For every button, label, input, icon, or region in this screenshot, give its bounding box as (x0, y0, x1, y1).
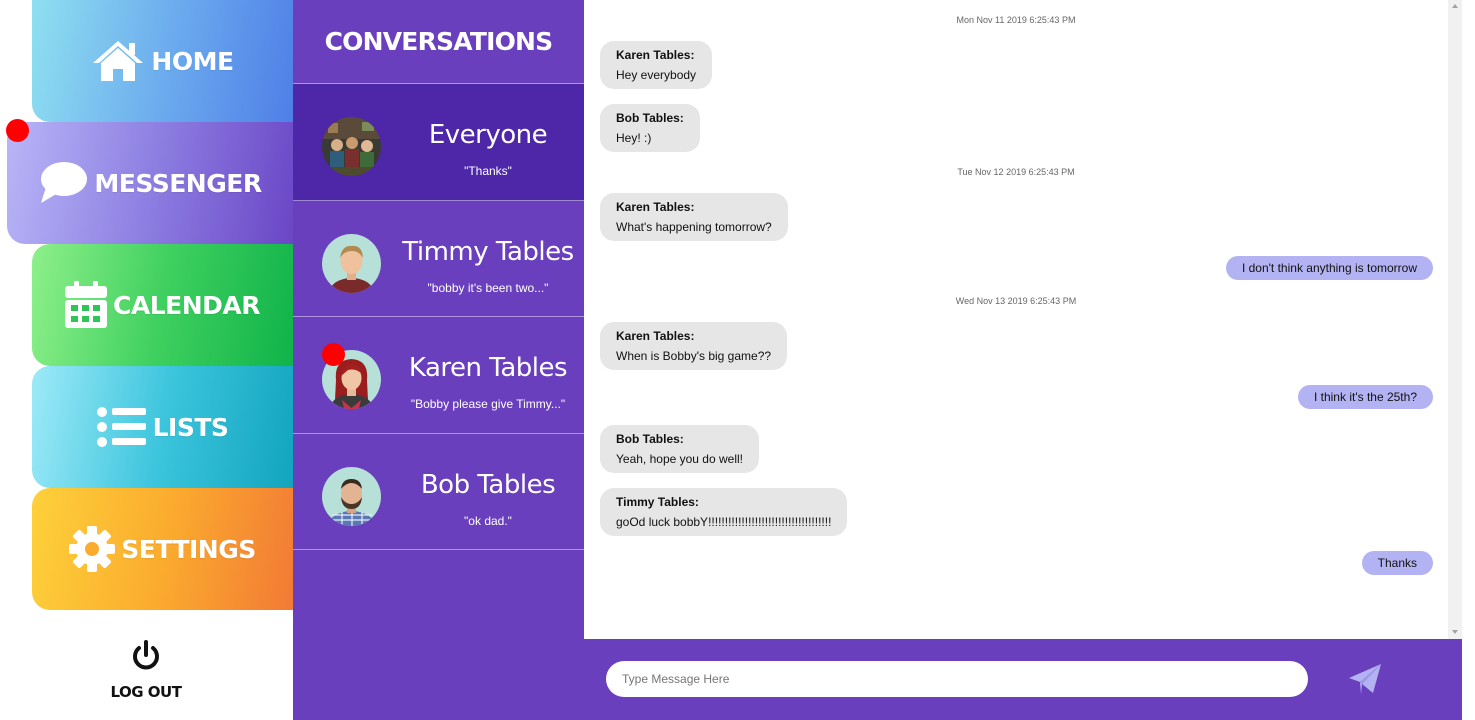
conversation-preview: "bobby it's been two..." (427, 280, 549, 295)
list-icon (96, 407, 147, 447)
message-sender: Bob Tables: (616, 432, 684, 446)
message-text: I think it's the 25th? (1313, 390, 1417, 404)
nav-settings-button[interactable]: SETTINGS (32, 488, 293, 610)
message-bubble: Timmy Tables: goOd luck bobbY!!!!!!!!!!!… (600, 488, 848, 536)
scroll-down-icon[interactable] (1452, 630, 1458, 634)
group-avatar (322, 117, 381, 176)
paper-plane-icon (1348, 664, 1382, 699)
message-sender: Karen Tables: (616, 200, 695, 214)
message-text: Hey! :) (616, 131, 652, 145)
nav-calendar-button[interactable]: CALENDAR (32, 244, 293, 366)
message-text: I don't think anything is tomorrow (1241, 261, 1417, 275)
logout-button[interactable]: LOG OUT (95, 640, 197, 706)
conversation-preview: "Thanks" (464, 164, 512, 178)
nav-home-button[interactable]: HOME (32, 0, 293, 122)
home-icon (91, 39, 145, 83)
message-sender: Timmy Tables: (616, 495, 699, 509)
scroll-up-icon[interactable] (1452, 4, 1458, 8)
calendar-icon (65, 281, 107, 329)
message-sender: Karen Tables: (616, 329, 695, 343)
message-text: What's happening tomorrow? (616, 220, 772, 234)
message-text: goOd luck bobbY!!!!!!!!!!!!!!!!!!!!!!!!!… (616, 515, 832, 529)
conversation-name: Bob Tables (420, 469, 556, 500)
nav-messenger-label: MESSENGER (94, 168, 262, 198)
conversation-name: Timmy Tables (402, 236, 574, 267)
message-bubble: Karen Tables: Hey everybody (600, 41, 713, 89)
conversation-timmy-tables[interactable]: Timmy Tables "bobby it's been two..." (293, 201, 584, 317)
message-text: Yeah, hope you do well! (616, 452, 743, 466)
message-bubble: Karen Tables: When is Bobby's big game?? (600, 322, 788, 370)
message-input[interactable] (606, 661, 1308, 697)
window-edge (1462, 0, 1475, 720)
message-history[interactable]: Mon Nov 11 2019 6:25:43 PM Karen Tables:… (584, 0, 1448, 639)
compose-bar (584, 639, 1462, 720)
nav-lists-label: LISTS (152, 412, 229, 442)
conversation-karen-tables[interactable]: Karen Tables "Bobby please give Timmy...… (293, 317, 584, 434)
main-nav: HOME MESSENGER CALENDAR LISTS SETTINGS L… (0, 0, 293, 720)
app-window: HOME MESSENGER CALENDAR LISTS SETTINGS L… (0, 0, 1475, 720)
conversations-title: CONVERSATIONS (293, 0, 584, 84)
message-timestamp: Wed Nov 13 2019 6:25:43 PM (955, 296, 1077, 306)
my-message-bubble: I don't think anything is tomorrow (1225, 256, 1433, 280)
gear-icon (69, 526, 116, 572)
my-message-bubble: Thanks (1361, 551, 1433, 575)
message-timestamp: Tue Nov 12 2019 6:25:43 PM (957, 167, 1075, 177)
conversations-panel: CONVERSATIONS Everyone "Thanks" Timmy Ta… (293, 0, 584, 720)
message-sender: Karen Tables: (616, 48, 695, 62)
nav-settings-label: SETTINGS (121, 534, 256, 564)
message-text: Hey everybody (616, 68, 697, 82)
send-button[interactable] (1348, 663, 1382, 695)
message-timestamp: Mon Nov 11 2019 6:25:43 PM (956, 15, 1076, 25)
timmy-avatar (322, 233, 381, 293)
my-message-bubble: I think it's the 25th? (1297, 385, 1433, 409)
conversation-preview: "Bobby please give Timmy..." (410, 397, 566, 411)
message-bubble: Bob Tables: Hey! :) (600, 104, 700, 152)
nav-messenger-button[interactable]: MESSENGER (7, 122, 293, 244)
conversation-name: Karen Tables (408, 353, 568, 383)
nav-home-label: HOME (151, 46, 234, 76)
chat-bubble-icon (38, 161, 88, 205)
power-icon (130, 640, 162, 677)
message-bubble: Bob Tables: Yeah, hope you do well! (600, 425, 759, 473)
unread-notification-dot (322, 343, 345, 366)
nav-lists-button[interactable]: LISTS (32, 366, 293, 488)
conversation-bob-tables[interactable]: Bob Tables "ok dad." (293, 434, 584, 550)
conversation-everyone[interactable]: Everyone "Thanks" (293, 84, 584, 201)
conversation-name: Everyone (428, 120, 548, 150)
message-scrollbar[interactable] (1448, 0, 1462, 639)
bob-avatar (322, 466, 381, 526)
conversation-preview: "ok dad." (464, 513, 512, 528)
logout-label: LOG OUT (110, 683, 182, 701)
message-text: Thanks (1377, 556, 1417, 570)
nav-calendar-label: CALENDAR (113, 290, 260, 320)
message-sender: Bob Tables: (616, 111, 684, 125)
message-text: When is Bobby's big game?? (616, 349, 772, 363)
messenger-notification-dot (6, 119, 29, 142)
message-bubble: Karen Tables: What's happening tomorrow? (600, 193, 788, 241)
